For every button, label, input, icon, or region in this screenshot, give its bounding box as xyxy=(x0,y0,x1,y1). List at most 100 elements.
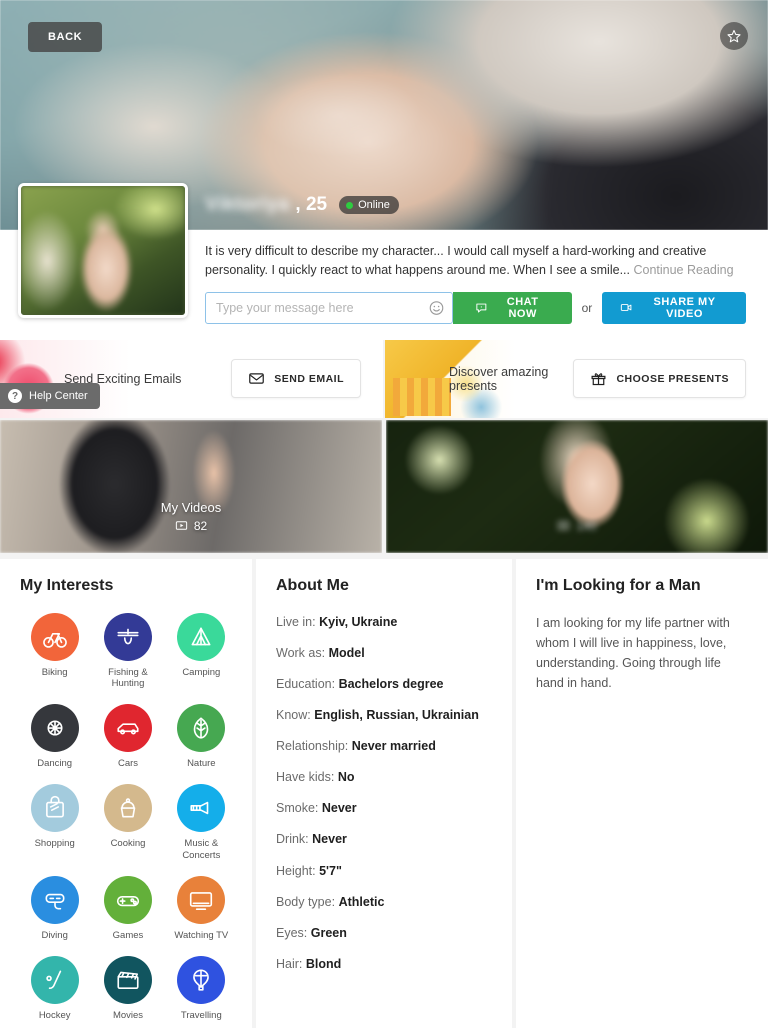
about-item-label: Eyes: xyxy=(276,925,308,940)
online-dot-icon xyxy=(346,201,354,209)
about-item-value: Kyiv, Ukraine xyxy=(319,614,398,629)
avatar[interactable] xyxy=(18,183,188,318)
about-item-value: Model xyxy=(328,645,365,660)
interest-icon-circle xyxy=(177,704,226,753)
interests-panel: My Interests Biking Fishing & Hunting Camp… xyxy=(0,558,252,1028)
interest-label: Diving xyxy=(41,929,68,941)
car-icon xyxy=(117,723,139,735)
interest-item[interactable]: Dancing xyxy=(20,704,89,770)
about-item-value: Never married xyxy=(351,739,436,753)
interest-item[interactable]: Camping xyxy=(167,612,236,691)
interest-item[interactable]: Biking xyxy=(20,612,89,691)
gift-icon xyxy=(591,373,606,386)
profile-info-panel: It is very difficult to describe my char… xyxy=(0,183,768,340)
interest-label: Shopping xyxy=(34,838,75,850)
interest-icon-circle xyxy=(103,784,152,833)
about-item-value: Athletic xyxy=(338,894,385,909)
about-item-label: Have kids: xyxy=(276,770,335,785)
interest-icon-circle xyxy=(177,875,226,924)
interest-item[interactable]: Movies xyxy=(93,955,162,1022)
interest-icon-circle xyxy=(177,612,226,661)
interest-item[interactable]: Nature xyxy=(167,704,236,770)
message-bar: CHAT NOW or SHARE MY VIDEO xyxy=(205,291,746,324)
about-item-value: Bachelors degree xyxy=(338,676,444,691)
about-item-value: No xyxy=(337,770,355,785)
interest-item[interactable]: Fishing & Hunting xyxy=(93,612,162,691)
about-item: Eyes: Green xyxy=(276,924,496,942)
videos-overlay: My Videos 82 xyxy=(0,500,382,533)
bicycle-icon xyxy=(42,632,67,648)
status-label: Online xyxy=(358,199,390,211)
choose-presents-label: CHOOSE PRESENTS xyxy=(616,372,729,385)
media-gallery: My Videos 82 140 xyxy=(0,417,768,555)
interest-label: Cars xyxy=(117,758,139,770)
interest-item[interactable]: Travelling xyxy=(167,955,236,1022)
about-item-value: Green xyxy=(310,925,347,940)
about-item-label: Live in: xyxy=(276,614,316,629)
about-item-label: Know: xyxy=(276,707,311,722)
about-item: Know: English, Russian, Ukrainian xyxy=(276,706,496,724)
about-item: Work as: Model xyxy=(276,644,496,662)
interest-label: Games xyxy=(112,929,144,941)
interest-label: Music & Concerts xyxy=(182,838,221,861)
television-icon xyxy=(190,892,213,910)
about-item-value: Blond xyxy=(305,956,342,971)
profile-bio: It is very difficult to describe my char… xyxy=(205,242,746,280)
interest-label: Fishing & Hunting xyxy=(108,666,148,690)
send-email-button[interactable]: SEND EMAIL xyxy=(231,359,361,398)
media-card-photos[interactable]: 140 xyxy=(386,419,768,553)
star-icon xyxy=(727,29,741,43)
about-item-label: Drink: xyxy=(276,832,309,847)
about-list: Live in: Kyiv, Ukraine Work as: Model Educ… xyxy=(276,613,496,974)
disco-ball-icon xyxy=(47,720,63,736)
about-item-label: Relationship: xyxy=(276,739,349,753)
about-title: About Me xyxy=(276,576,349,594)
favorite-button[interactable] xyxy=(720,22,748,50)
media-card-videos[interactable]: My Videos 82 xyxy=(0,419,382,553)
photos-count-row: 140 xyxy=(557,518,597,533)
videos-thumbnail xyxy=(0,419,382,553)
smiley-icon xyxy=(429,300,444,315)
about-item-value: Never xyxy=(321,801,357,816)
interest-item[interactable]: Hockey xyxy=(20,955,89,1022)
interest-item[interactable]: Games xyxy=(93,875,162,942)
interests-title: My Interests xyxy=(20,576,114,594)
share-video-button[interactable]: SHARE MY VIDEO xyxy=(602,291,746,324)
about-item: Body type: Athletic xyxy=(276,893,496,911)
promo-strip: Send Exciting Emails SEND EMAIL Discover… xyxy=(0,339,768,418)
bio-text: It is very difficult to describe my char… xyxy=(205,244,707,277)
message-input-wrap xyxy=(205,291,453,324)
choose-presents-button[interactable]: CHOOSE PRESENTS xyxy=(573,359,746,398)
emoji-button[interactable] xyxy=(429,300,444,315)
message-input[interactable] xyxy=(206,292,452,323)
hot-air-balloon-icon xyxy=(193,969,210,991)
shopping-bag-icon xyxy=(45,795,64,818)
about-item-label: Smoke: xyxy=(276,801,319,816)
play-icon xyxy=(175,521,187,530)
looking-panel: I'm Looking for a Man I am looking for m… xyxy=(516,558,768,1028)
back-button[interactable]: BACK xyxy=(28,22,103,52)
interest-label: Dancing xyxy=(37,758,73,770)
interest-item[interactable]: Shopping xyxy=(20,784,89,862)
help-center-tab[interactable]: ? Help Center xyxy=(0,383,100,409)
interest-item[interactable]: Cars xyxy=(93,704,162,770)
tent-icon xyxy=(191,627,211,645)
photos-count: 140 xyxy=(576,518,597,533)
interest-item[interactable]: Watching TV xyxy=(167,875,236,942)
interest-item[interactable]: Music & Concerts xyxy=(167,784,236,862)
continue-reading-link[interactable]: Continue Reading xyxy=(633,263,733,277)
about-panel: About Me Live in: Kyiv, Ukraine Work as: … xyxy=(256,558,512,1028)
detail-columns: My Interests Biking Fishing & Hunting Camp… xyxy=(0,554,768,1028)
looking-title: I'm Looking for a Man xyxy=(536,576,701,594)
interest-icon-circle xyxy=(30,955,79,1004)
status-badge: Online xyxy=(339,196,399,214)
about-item: Drink: Never xyxy=(276,830,496,848)
about-item: Height: 5'7" xyxy=(276,862,496,880)
interest-item[interactable]: Diving xyxy=(20,875,89,942)
about-item-value: Never xyxy=(312,832,347,847)
photo-icon xyxy=(558,521,570,530)
chat-now-button[interactable]: CHAT NOW xyxy=(453,291,572,324)
interest-item[interactable]: Cooking xyxy=(93,784,162,862)
interest-label: Movies xyxy=(112,1009,144,1021)
about-item: Smoke: Never xyxy=(276,799,496,817)
